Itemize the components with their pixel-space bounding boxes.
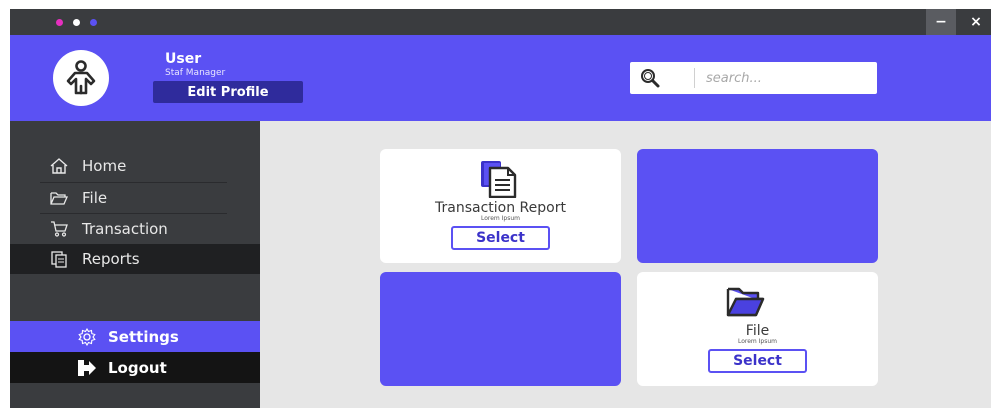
card-subtitle: Lorem Ipsum	[480, 215, 521, 222]
header: User Staf Manager Edit Profile	[10, 35, 991, 121]
card-file[interactable]: File Lorem Ipsum Select	[637, 272, 878, 386]
reports-icon	[48, 250, 70, 268]
main-content: Transaction Report Lorem Ipsum Select Fi…	[260, 121, 991, 408]
sidebar-item-label: Home	[82, 157, 127, 175]
card-title: File	[745, 323, 770, 339]
logout-label: Logout	[108, 358, 167, 377]
sidebar-item-label: Transaction	[82, 220, 168, 238]
user-name: User	[165, 51, 202, 67]
search-divider	[694, 68, 695, 88]
folder-icon	[48, 189, 70, 207]
gear-icon	[76, 327, 98, 346]
logout-icon	[76, 359, 98, 377]
search-box	[630, 62, 877, 94]
title-bar: − ×	[10, 9, 991, 35]
sidebar-item-file[interactable]: File	[40, 182, 227, 213]
select-button[interactable]: Select	[708, 349, 807, 373]
sidebar-item-reports[interactable]: Reports	[10, 244, 260, 274]
cart-icon	[48, 220, 70, 238]
close-button[interactable]: ×	[961, 9, 991, 35]
card-blank-accent-2[interactable]	[380, 272, 621, 386]
sidebar-item-home[interactable]: Home	[40, 151, 227, 181]
card-subtitle: Lorem Ipsum	[737, 338, 778, 345]
avatar[interactable]	[53, 50, 109, 106]
card-blank-accent-1[interactable]	[637, 149, 878, 263]
settings-button[interactable]: Settings	[10, 321, 260, 352]
settings-label: Settings	[108, 327, 179, 346]
sidebar-item-label: File	[82, 189, 108, 207]
search-icon[interactable]	[639, 67, 661, 89]
window-dot-blue[interactable]	[90, 19, 97, 26]
open-folder-icon	[726, 287, 765, 317]
edit-profile-button[interactable]: Edit Profile	[153, 81, 303, 103]
sidebar-item-transaction[interactable]: Transaction	[40, 213, 227, 244]
home-icon	[48, 157, 70, 175]
window-dot-pink[interactable]	[56, 19, 63, 26]
card-transaction-report[interactable]: Transaction Report Lorem Ipsum Select	[380, 149, 621, 263]
select-button[interactable]: Select	[451, 226, 550, 250]
documents-icon	[481, 161, 517, 198]
sidebar-item-label: Reports	[82, 250, 140, 268]
app-window: − × User Staf Manager Edit Profile searc…	[10, 9, 991, 408]
card-title: Transaction Report	[435, 200, 566, 216]
logout-button[interactable]: Logout	[10, 352, 260, 383]
sidebar: Home File Transaction Reports Settings L…	[10, 121, 260, 408]
user-icon	[66, 60, 96, 95]
search-input[interactable]	[706, 67, 866, 89]
minimize-button[interactable]: −	[926, 9, 956, 35]
user-role: Staf Manager	[165, 68, 226, 78]
window-dot-white[interactable]	[73, 19, 80, 26]
